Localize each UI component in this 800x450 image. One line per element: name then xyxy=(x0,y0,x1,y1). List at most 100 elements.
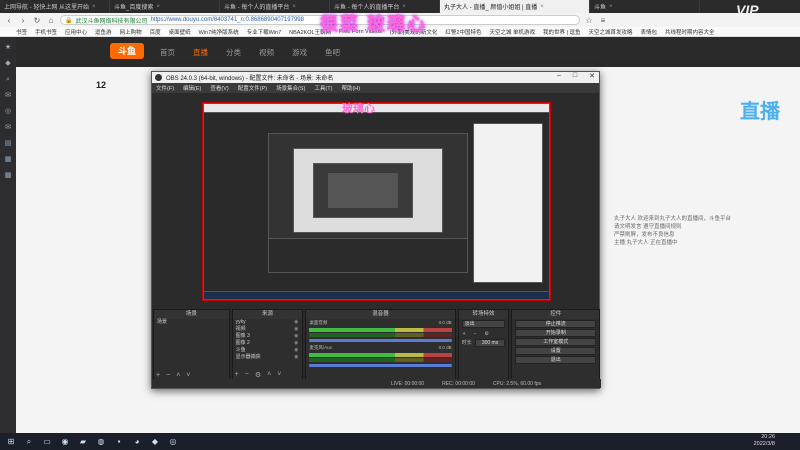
nav-item[interactable]: 视频 xyxy=(259,47,274,58)
bookmark-item[interactable]: 桌面壁纸 xyxy=(169,28,191,36)
add-icon[interactable]: + xyxy=(235,371,239,379)
source-item[interactable]: 显示器捕获 ◉ xyxy=(233,354,303,361)
game-icon[interactable]: ◆ xyxy=(3,59,13,69)
bookmark-item[interactable]: 天空之城 单机游戏 xyxy=(489,28,535,36)
duration-input[interactable]: 300 ms xyxy=(474,339,506,347)
eye-icon[interactable]: ◉ xyxy=(294,326,298,333)
windows-start-icon[interactable]: ⊞ xyxy=(6,437,16,447)
close-icon[interactable]: × xyxy=(402,4,406,10)
browser-tab[interactable]: 斗鱼 - 每个人的直播平台 × xyxy=(220,0,330,13)
source-item[interactable]: 图像 2 ◉ xyxy=(233,340,303,347)
obs-menu-item[interactable]: 查看(V) xyxy=(210,84,228,92)
control-button[interactable]: 停止推流 xyxy=(515,320,596,328)
bookmark-item[interactable]: 我的世界 | 逗鱼 xyxy=(543,28,581,36)
obs-menu-item[interactable]: 编辑(E) xyxy=(183,84,201,92)
volume-slider[interactable] xyxy=(309,339,452,342)
nav-item[interactable]: 游戏 xyxy=(292,47,307,58)
home-icon[interactable]: ⌂ xyxy=(46,15,56,25)
bookmark-item[interactable]: 天空之城首发攻略 xyxy=(589,28,633,36)
settings-icon[interactable]: ⚙ xyxy=(255,371,261,379)
browser-tab[interactable]: 上网导航 - 轻快上网 从这里开始 × xyxy=(0,0,110,13)
transition-select[interactable]: 淡出 xyxy=(461,320,506,328)
grid-icon[interactable]: ▩ xyxy=(3,171,13,181)
obs-menu-item[interactable]: 文件(F) xyxy=(156,84,174,92)
browser-tab[interactable]: 斗鱼 × xyxy=(590,0,700,13)
refresh-icon[interactable]: ↻ xyxy=(32,15,42,25)
obs-menu-item[interactable]: 配置文件(P) xyxy=(238,84,267,92)
nav-item[interactable]: 分类 xyxy=(226,47,241,58)
app-icon[interactable]: ▪ xyxy=(114,437,124,447)
chat-icon[interactable]: ✉ xyxy=(3,91,13,101)
search-icon[interactable]: ⌕ xyxy=(3,75,13,85)
eye-icon[interactable]: ◉ xyxy=(294,319,298,326)
scene-item[interactable]: 场景 xyxy=(154,319,229,326)
browser-tab[interactable]: 丸子大人 - 直播_ 颜值小姐姐 | 直播 × xyxy=(440,0,590,13)
back-icon[interactable]: ‹ xyxy=(4,15,14,25)
folder-icon[interactable]: ▰ xyxy=(78,437,88,447)
bookmark-item[interactable]: Win7纯净版系统 xyxy=(199,28,239,36)
nav-item[interactable]: 直播 xyxy=(193,47,208,58)
control-button[interactable]: 设置 xyxy=(515,347,596,355)
search-icon[interactable]: ⌕ xyxy=(24,437,34,447)
remove-icon[interactable]: − xyxy=(166,372,170,379)
browser-tab[interactable]: 斗鱼_百度搜索 × xyxy=(110,0,220,13)
eye-icon[interactable]: ◉ xyxy=(294,354,298,361)
up-icon[interactable]: ˄ xyxy=(176,372,180,379)
steam-icon[interactable]: ◍ xyxy=(96,437,106,447)
star-icon[interactable]: ★ xyxy=(3,43,13,53)
weibo-icon[interactable]: ◎ xyxy=(3,107,13,117)
remove-icon[interactable]: − xyxy=(245,371,249,379)
down-icon[interactable]: ˅ xyxy=(277,371,281,379)
add-icon[interactable]: + xyxy=(463,331,466,337)
volume-slider[interactable] xyxy=(309,364,452,367)
nav-item[interactable]: 首页 xyxy=(160,47,175,58)
close-icon[interactable]: × xyxy=(292,4,296,10)
settings-icon[interactable]: ⚙ xyxy=(484,331,488,337)
bookmark-item[interactable]: 百度 xyxy=(150,28,161,36)
browser-icon[interactable]: ◉ xyxy=(60,437,70,447)
control-button[interactable]: 退出 xyxy=(515,356,596,364)
add-icon[interactable]: + xyxy=(156,372,160,379)
eye-icon[interactable]: ◉ xyxy=(294,347,298,354)
bookmark-item[interactable]: 红警2中国特色 xyxy=(445,28,481,36)
source-item[interactable]: 斗鱼 ◉ xyxy=(233,347,303,354)
douyu-logo[interactable]: 斗鱼 xyxy=(110,43,144,59)
source-item[interactable]: 图像 3 ◉ xyxy=(233,333,303,340)
bookmark-item[interactable]: 专业下载Win7 xyxy=(247,28,282,36)
bookmark-item[interactable]: 共线程时期内容大全 xyxy=(665,28,715,36)
bookmark-item[interactable]: 应用中心 xyxy=(65,28,87,36)
up-icon[interactable]: ˄ xyxy=(267,371,271,379)
firefox-icon[interactable]: ◕ xyxy=(132,437,142,447)
note-icon[interactable]: ▤ xyxy=(3,139,13,149)
task-view-icon[interactable]: ▭ xyxy=(42,437,52,447)
eye-icon[interactable]: ◉ xyxy=(294,340,298,347)
eye-icon[interactable]: ◉ xyxy=(294,333,298,340)
bookmark-item[interactable]: 手机书签 xyxy=(35,28,57,36)
mail-icon[interactable]: ✉ xyxy=(3,123,13,133)
bookmark-item[interactable]: 书签 xyxy=(16,28,27,36)
close-icon[interactable]: × xyxy=(156,4,160,10)
control-button[interactable]: 工作室模式 xyxy=(515,338,596,346)
obs-menu-item[interactable]: 场景集合(S) xyxy=(276,84,305,92)
minimize-icon[interactable]: – xyxy=(557,72,561,80)
close-icon[interactable]: × xyxy=(92,4,96,10)
close-icon[interactable]: × xyxy=(540,4,544,10)
star-icon[interactable]: ☆ xyxy=(584,15,594,25)
source-item[interactable]: 视频 ◉ xyxy=(233,326,303,333)
menu-icon[interactable]: ≡ xyxy=(598,15,608,25)
forward-icon[interactable]: › xyxy=(18,15,28,25)
obs-icon[interactable]: ◎ xyxy=(168,437,178,447)
close-icon[interactable]: × xyxy=(609,4,613,10)
bookmark-item[interactable]: 逗鱼游 xyxy=(95,28,112,36)
close-icon[interactable]: ✕ xyxy=(589,72,595,80)
game-icon[interactable]: ◆ xyxy=(150,437,160,447)
calendar-icon[interactable]: ▦ xyxy=(3,155,13,165)
obs-menu-item[interactable]: 帮助(H) xyxy=(341,84,360,92)
source-item[interactable]: yyky ◉ xyxy=(233,319,303,326)
obs-menu-item[interactable]: 工具(T) xyxy=(314,84,332,92)
remove-icon[interactable]: − xyxy=(474,331,477,337)
maximize-icon[interactable]: □ xyxy=(573,72,577,80)
nav-item[interactable]: 鱼吧 xyxy=(325,47,340,58)
bookmark-item[interactable]: 表情包 xyxy=(641,28,658,36)
control-button[interactable]: 开始录制 xyxy=(515,329,596,337)
